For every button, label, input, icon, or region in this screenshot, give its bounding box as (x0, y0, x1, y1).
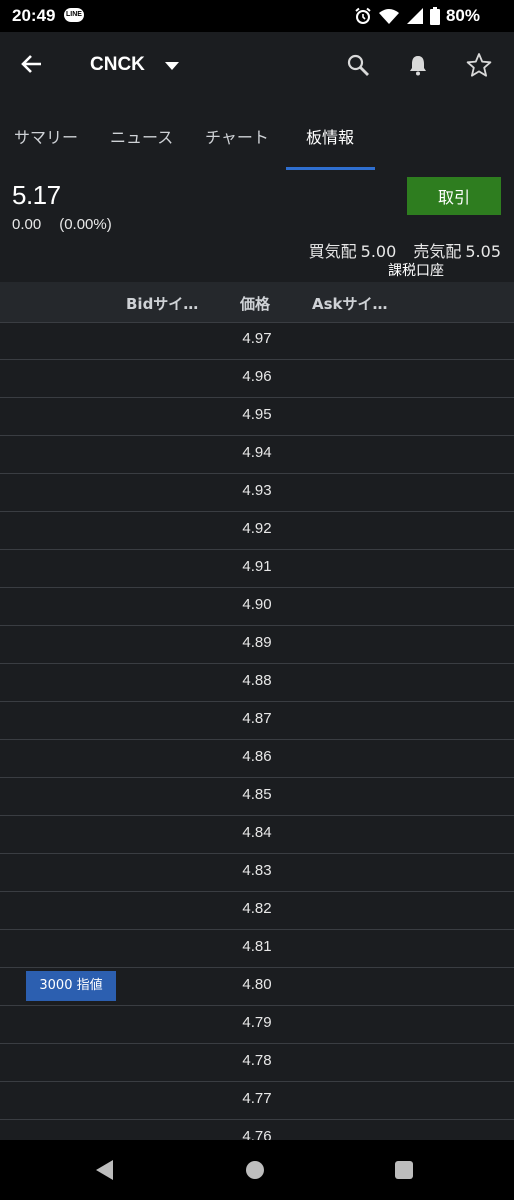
nav-back-icon[interactable] (96, 1160, 114, 1180)
price-level: 4.86 (242, 748, 272, 765)
ask-value: 5.05 (465, 242, 501, 261)
status-icons: 80% (354, 5, 480, 27)
price-level: 4.91 (242, 558, 272, 575)
star-icon[interactable] (466, 52, 492, 78)
order-book-row[interactable]: 4.89 (0, 626, 514, 664)
header-price[interactable]: 価格 (240, 293, 270, 314)
price-level: 4.76 (242, 1128, 272, 1140)
signal-icon (406, 8, 423, 24)
order-book-row[interactable]: 4.81 (0, 930, 514, 968)
price-level: 4.90 (242, 596, 272, 613)
order-book-row[interactable]: 4.78 (0, 1044, 514, 1082)
order-book-row[interactable]: 4.93 (0, 474, 514, 512)
battery-level: 80% (445, 6, 480, 25)
price-level: 4.87 (242, 710, 272, 727)
account-type: 課税口座 (388, 263, 444, 279)
order-book-row[interactable]: 4.88 (0, 664, 514, 702)
tab-summary[interactable]: サマリー (14, 124, 78, 148)
order-book-row[interactable]: 4.91 (0, 550, 514, 588)
order-book-row[interactable]: 4.85 (0, 778, 514, 816)
order-book-row[interactable]: 3000 指値 4.80 (0, 968, 514, 1006)
order-book-row[interactable]: 4.90 (0, 588, 514, 626)
price-level: 4.78 (242, 1052, 272, 1069)
price-level: 4.93 (242, 482, 272, 499)
price-level: 4.82 (242, 900, 272, 917)
bell-icon[interactable] (408, 54, 428, 76)
ticker-symbol[interactable]: CNCK (90, 54, 145, 76)
back-arrow-icon[interactable] (20, 52, 44, 76)
header-bid-size[interactable]: Bidサイ… (126, 293, 198, 314)
price-level: 4.92 (242, 520, 272, 537)
trade-button[interactable]: 取引 (407, 177, 501, 215)
status-bar: 20:49 LINE 80% (0, 0, 514, 32)
price-level: 4.77 (242, 1090, 272, 1107)
order-book-row[interactable]: 4.92 (0, 512, 514, 550)
nav-home-icon[interactable] (246, 1161, 264, 1179)
price-level: 4.94 (242, 444, 272, 461)
tab-chart[interactable]: チャート (205, 124, 269, 148)
tab-news[interactable]: ニュース (110, 124, 173, 148)
status-time: 20:49 (12, 6, 56, 25)
line-app-icon: LINE (64, 8, 84, 22)
order-book-row[interactable]: 4.97 (0, 322, 514, 360)
bid-label: 買気配 (308, 242, 357, 261)
order-book-row[interactable]: 4.86 (0, 740, 514, 778)
caret-down-icon[interactable] (165, 62, 179, 70)
order-book-rows[interactable]: 4.97 4.96 4.95 4.94 4.93 4.92 4.91 4.90 4.89 4.88… (0, 322, 514, 1140)
order-book-header: Bidサイ… 価格 Askサイ… (0, 282, 514, 323)
tab-order-book[interactable]: 板情報 (306, 124, 354, 148)
bid-value: 5.00 (360, 242, 397, 261)
price-level: 4.84 (242, 824, 272, 841)
price-level: 4.83 (242, 862, 272, 879)
price-level: 4.88 (242, 672, 272, 689)
bid-ask-quote: 買気配 5.00 売気配 5.05 (305, 238, 501, 262)
price-change: 0.00 (0.00%) (12, 216, 112, 233)
price-level: 4.96 (242, 368, 272, 385)
battery-icon (429, 7, 440, 25)
order-book-row[interactable]: 4.95 (0, 398, 514, 436)
order-book-row[interactable]: 4.77 (0, 1082, 514, 1120)
nav-recent-apps-icon[interactable] (395, 1161, 413, 1179)
price-level: 4.95 (242, 406, 272, 423)
quote-panel: 5.17 0.00 (0.00%) 取引 買気配 5.00 売気配 5.05 課税口座 (0, 170, 514, 282)
order-book-row[interactable]: 4.82 (0, 892, 514, 930)
order-book-row[interactable]: 4.84 (0, 816, 514, 854)
app-bar: CNCK (0, 32, 514, 98)
order-book-row[interactable]: 4.83 (0, 854, 514, 892)
price-level: 4.89 (242, 634, 272, 651)
tab-bar: サマリー ニュース チャート 板情報 (0, 112, 514, 170)
change-value: 0.00 (12, 216, 42, 233)
order-book-row[interactable]: 4.79 (0, 1006, 514, 1044)
price-level: 4.81 (242, 938, 272, 955)
order-book-row[interactable]: 4.87 (0, 702, 514, 740)
price-level: 4.85 (242, 786, 272, 803)
order-book-row[interactable]: 4.76 (0, 1120, 514, 1140)
system-nav-bar (0, 1140, 514, 1200)
ask-label: 売気配 (413, 242, 462, 261)
alarm-icon (355, 7, 371, 24)
header-ask-size[interactable]: Askサイ… (312, 293, 388, 314)
last-price: 5.17 (12, 180, 61, 210)
search-icon[interactable] (346, 53, 370, 77)
change-percent: (0.00%) (59, 216, 112, 233)
price-level: 4.97 (242, 330, 272, 347)
wifi-icon (378, 9, 399, 24)
order-book-row[interactable]: 4.94 (0, 436, 514, 474)
order-book-row[interactable]: 4.96 (0, 360, 514, 398)
price-level: 4.79 (242, 1014, 272, 1031)
price-level: 4.80 (242, 976, 272, 993)
